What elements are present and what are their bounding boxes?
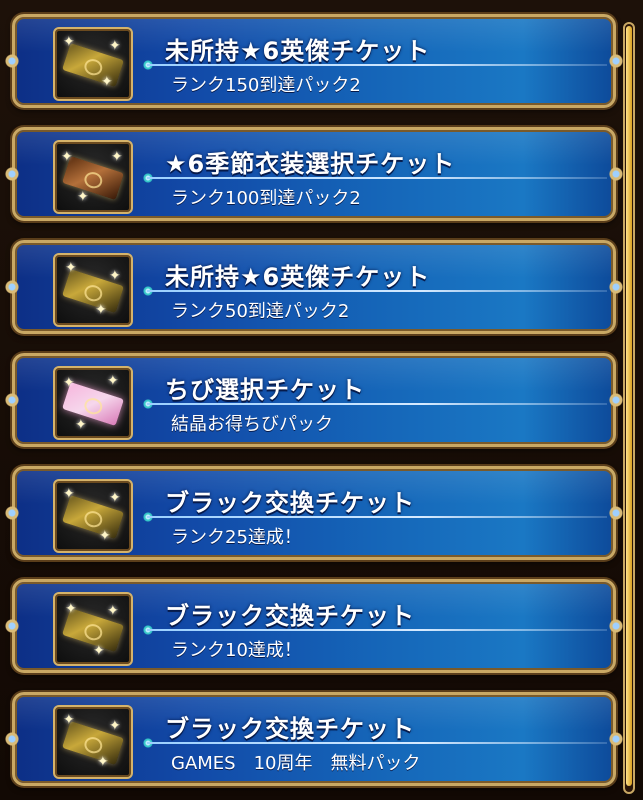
black-ticket-icon: ✦ ✦ ✦: [53, 592, 133, 666]
ticket-subtitle: ランク10達成！: [171, 640, 302, 661]
ticket-title: ちび選択チケット: [165, 376, 365, 404]
ticket-subtitle: 結晶お得ちびパック: [171, 414, 333, 435]
ticket-title: 未所持★6英傑チケット: [165, 37, 431, 65]
ticket-subtitle: ランク150到達パック2: [171, 75, 361, 96]
divider: [147, 177, 607, 179]
ticket-subtitle: ランク25達成！: [171, 527, 302, 548]
divider: [147, 516, 607, 518]
divider: [147, 629, 607, 631]
ticket-subtitle: GAMES 10周年 無料パック: [171, 753, 421, 774]
black-ticket-icon: ✦ ✦ ✦: [53, 479, 133, 553]
ticket-subtitle: ランク50到達パック2: [171, 301, 350, 322]
ticket-item[interactable]: ✦ ✦ ✦ ★6季節衣装選択チケット ランク100到達パック2: [5, 127, 623, 221]
divider: [147, 403, 607, 405]
divider: [147, 64, 607, 66]
ticket-title: 未所持★6英傑チケット: [165, 263, 431, 291]
bronze-ticket-icon: ✦ ✦ ✦: [53, 140, 133, 214]
pink-ticket-icon: ✦ ✦ ✦: [53, 366, 133, 440]
divider: [147, 742, 607, 744]
gold-ticket-icon: ✦ ✦ ✦: [53, 27, 133, 101]
ticket-item[interactable]: ✦ ✦ ✦ ちび選択チケット 結晶お得ちびパック: [5, 353, 623, 447]
ticket-item[interactable]: ✦ ✦ ✦ ブラック交換チケット ランク10達成！: [5, 579, 623, 673]
ticket-item[interactable]: ✦ ✦ ✦ 未所持★6英傑チケット ランク50到達パック2: [5, 240, 623, 334]
ticket-title: ★6季節衣装選択チケット: [165, 150, 456, 178]
ticket-title: ブラック交換チケット: [165, 489, 415, 517]
ticket-list: ✦ ✦ ✦ 未所持★6英傑チケット ランク150到達パック2 ✦ ✦ ✦ ★6季…: [5, 14, 623, 800]
gold-ticket-icon: ✦ ✦ ✦: [53, 253, 133, 327]
scrollbar[interactable]: [623, 22, 635, 794]
scrollbar-thumb[interactable]: [626, 26, 632, 786]
ticket-item[interactable]: ✦ ✦ ✦ ブラック交換チケット GAMES 10周年 無料パック: [5, 692, 623, 786]
ticket-item[interactable]: ✦ ✦ ✦ 未所持★6英傑チケット ランク150到達パック2: [5, 14, 623, 108]
divider: [147, 290, 607, 292]
ticket-title: ブラック交換チケット: [165, 715, 415, 743]
ticket-subtitle: ランク100到達パック2: [171, 188, 361, 209]
ticket-item[interactable]: ✦ ✦ ✦ ブラック交換チケット ランク25達成！: [5, 466, 623, 560]
ticket-title: ブラック交換チケット: [165, 602, 415, 630]
black-ticket-icon: ✦ ✦ ✦: [53, 705, 133, 779]
ticket-list-screen: ✦ ✦ ✦ 未所持★6英傑チケット ランク150到達パック2 ✦ ✦ ✦ ★6季…: [0, 0, 643, 800]
